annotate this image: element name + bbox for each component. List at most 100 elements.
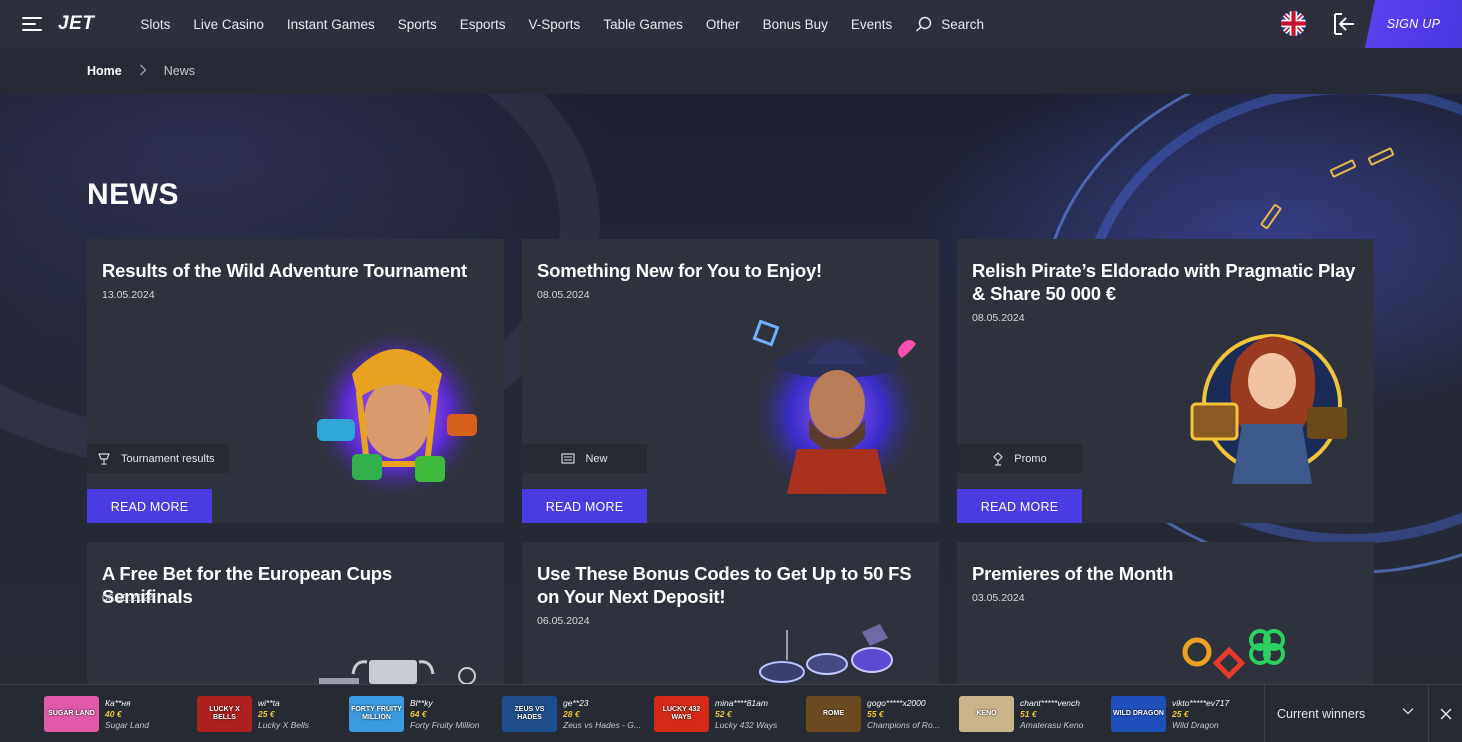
winner-game: Forty Fruity Million (410, 719, 480, 730)
news-card-date: 03.05.2024 (972, 592, 1025, 604)
read-more-button[interactable]: READ MORE (522, 489, 647, 523)
signup-button[interactable]: SIGN UP (1365, 0, 1462, 48)
news-card-date: 06.05.2024 (537, 615, 590, 627)
pirate-girl-image (1182, 319, 1362, 494)
news-card-date: 08.05.2024 (972, 312, 1025, 324)
main-nav: Slots Live Casino Instant Games Sports E… (140, 17, 915, 32)
breadcrumb: Home News (0, 48, 1462, 94)
game-thumbnail[interactable]: SUGAR LAND (44, 696, 99, 732)
search-icon (916, 16, 932, 32)
top-navigation-bar: JET Slots Live Casino Instant Games Spor… (0, 0, 1462, 48)
winner-game: Champions of Ro... (867, 719, 940, 730)
casino-chips-image (742, 620, 932, 684)
winner-amount: 51 € (1020, 708, 1037, 719)
menu-icon[interactable] (22, 17, 42, 31)
trophy-cups-image (317, 652, 487, 684)
search-button[interactable]: Search (915, 16, 984, 32)
news-card-date: 13.05.2024 (102, 289, 155, 301)
news-card[interactable]: Relish Pirate’s Eldorado with Pragmatic … (957, 239, 1374, 523)
winner-name: Ка**ня (105, 697, 131, 708)
winner-game: Lucky X Bells (258, 719, 310, 730)
news-card-tag: Tournament results (87, 444, 229, 473)
news-card-tag: Promo (957, 444, 1082, 473)
breadcrumb-home[interactable]: Home (87, 64, 122, 78)
winner-amount: 25 € (258, 708, 275, 719)
news-card-title[interactable]: Something New for You to Enjoy! (537, 259, 922, 282)
winner-game: Sugar Land (105, 719, 149, 730)
game-thumbnail[interactable]: LUCKY 432 WAYS (654, 696, 709, 732)
nav-sports[interactable]: Sports (398, 17, 437, 32)
chevron-right-icon (139, 64, 147, 79)
news-card-title[interactable]: Premieres of the Month (972, 562, 1357, 585)
winner-item[interactable]: WILD DRAGON vikto*****ev717 25 € Wild Drag… (1111, 696, 1229, 732)
news-card[interactable]: A Free Bet for the European Cups Semifin… (87, 542, 504, 684)
news-card-title[interactable]: A Free Bet for the European Cups Semifin… (102, 562, 487, 608)
nav-slots[interactable]: Slots (140, 17, 170, 32)
lucky-symbols-image (1175, 622, 1295, 684)
read-more-button[interactable]: READ MORE (957, 489, 1082, 523)
winner-game: Lucky 432 Ways (715, 719, 778, 730)
uk-flag-icon[interactable] (1281, 11, 1306, 36)
winner-item[interactable]: KENO chant*****vench 51 € Amaterasu Keno (959, 696, 1083, 732)
game-thumbnail[interactable]: ROME (806, 696, 861, 732)
game-thumbnail[interactable]: WILD DRAGON (1111, 696, 1166, 732)
news-card[interactable]: Use These Bonus Codes to Get Up to 50 FS… (522, 542, 939, 684)
winner-item[interactable]: FORTY FRUITY MILLION Bl**ky 64 € Forty Fru… (349, 696, 479, 732)
winner-game: Wild Dragon (1172, 719, 1219, 730)
winner-name: mina****81am (715, 697, 768, 708)
news-card-title[interactable]: Use These Bonus Codes to Get Up to 50 FS… (537, 562, 922, 608)
winner-item[interactable]: LUCKY X BELLS wi**ta 25 € Lucky X Bells (197, 696, 309, 732)
nav-other[interactable]: Other (706, 17, 740, 32)
news-card[interactable]: Results of the Wild Adventure Tournament… (87, 239, 504, 523)
game-thumbnail[interactable]: ZEUS VS HADES (502, 696, 557, 732)
winner-amount: 52 € (715, 708, 732, 719)
news-card-date: 06.05.2024 (102, 592, 155, 604)
current-winners-toggle[interactable]: Current winners (1264, 685, 1428, 742)
news-card-tag: New (522, 444, 647, 473)
winner-name: ge**23 (563, 697, 589, 708)
winner-game: Zeus vs Hades - G... (563, 719, 641, 730)
news-card-title[interactable]: Relish Pirate’s Eldorado with Pragmatic … (972, 259, 1357, 305)
winner-item[interactable]: ROME gogo*****x2000 55 € Champions of Ro..… (806, 696, 940, 732)
news-card[interactable]: Premieres of the Month 03.05.2024 (957, 542, 1374, 684)
nav-bonus-buy[interactable]: Bonus Buy (763, 17, 828, 32)
winner-item[interactable]: ZEUS VS HADES ge**23 28 € Zeus vs Hades - … (502, 696, 641, 732)
current-winners-label: Current winners (1277, 707, 1366, 721)
read-more-button[interactable]: READ MORE (87, 489, 212, 523)
trophy-icon (98, 452, 110, 465)
aztec-woman-image (297, 324, 487, 509)
winner-amount: 64 € (410, 708, 427, 719)
nav-v-sports[interactable]: V-Sports (529, 17, 581, 32)
nav-table-games[interactable]: Table Games (603, 17, 683, 32)
winner-name: wi**ta (258, 697, 280, 708)
news-card-title[interactable]: Results of the Wild Adventure Tournament (102, 259, 487, 282)
search-label: Search (941, 16, 984, 32)
nav-live-casino[interactable]: Live Casino (193, 17, 264, 32)
login-icon[interactable] (1332, 12, 1356, 36)
tag-label: Tournament results (121, 452, 215, 465)
news-card[interactable]: Something New for You to Enjoy! 08.05.20… (522, 239, 939, 523)
winner-game: Amaterasu Keno (1020, 719, 1084, 730)
nav-events[interactable]: Events (851, 17, 892, 32)
winner-amount: 55 € (867, 708, 884, 719)
winners-bar: SUGAR LAND Ка**ня 40 € Sugar Land LUCKY X … (0, 684, 1462, 742)
game-thumbnail[interactable]: KENO (959, 696, 1014, 732)
nav-esports[interactable]: Esports (460, 17, 506, 32)
breadcrumb-current: News (163, 64, 195, 78)
winner-amount: 25 € (1172, 708, 1189, 719)
tag-label: New (585, 452, 608, 465)
close-icon[interactable] (1428, 685, 1462, 742)
game-thumbnail[interactable]: FORTY FRUITY MILLION (349, 696, 404, 732)
page-title: NEWS (87, 178, 179, 211)
promo-icon (993, 451, 1004, 466)
winner-name: Bl**ky (410, 697, 433, 708)
logo[interactable]: JET (58, 13, 94, 35)
winner-name: chant*****vench (1020, 697, 1081, 708)
tag-label: Promo (1014, 452, 1047, 465)
winner-item[interactable]: SUGAR LAND Ка**ня 40 € Sugar Land (44, 696, 149, 732)
winner-item[interactable]: LUCKY 432 WAYS mina****81am 52 € Lucky 432… (654, 696, 777, 732)
winner-amount: 40 € (105, 708, 122, 719)
game-thumbnail[interactable]: LUCKY X BELLS (197, 696, 252, 732)
nav-instant-games[interactable]: Instant Games (287, 17, 375, 32)
winner-name: vikto*****ev717 (1172, 697, 1230, 708)
